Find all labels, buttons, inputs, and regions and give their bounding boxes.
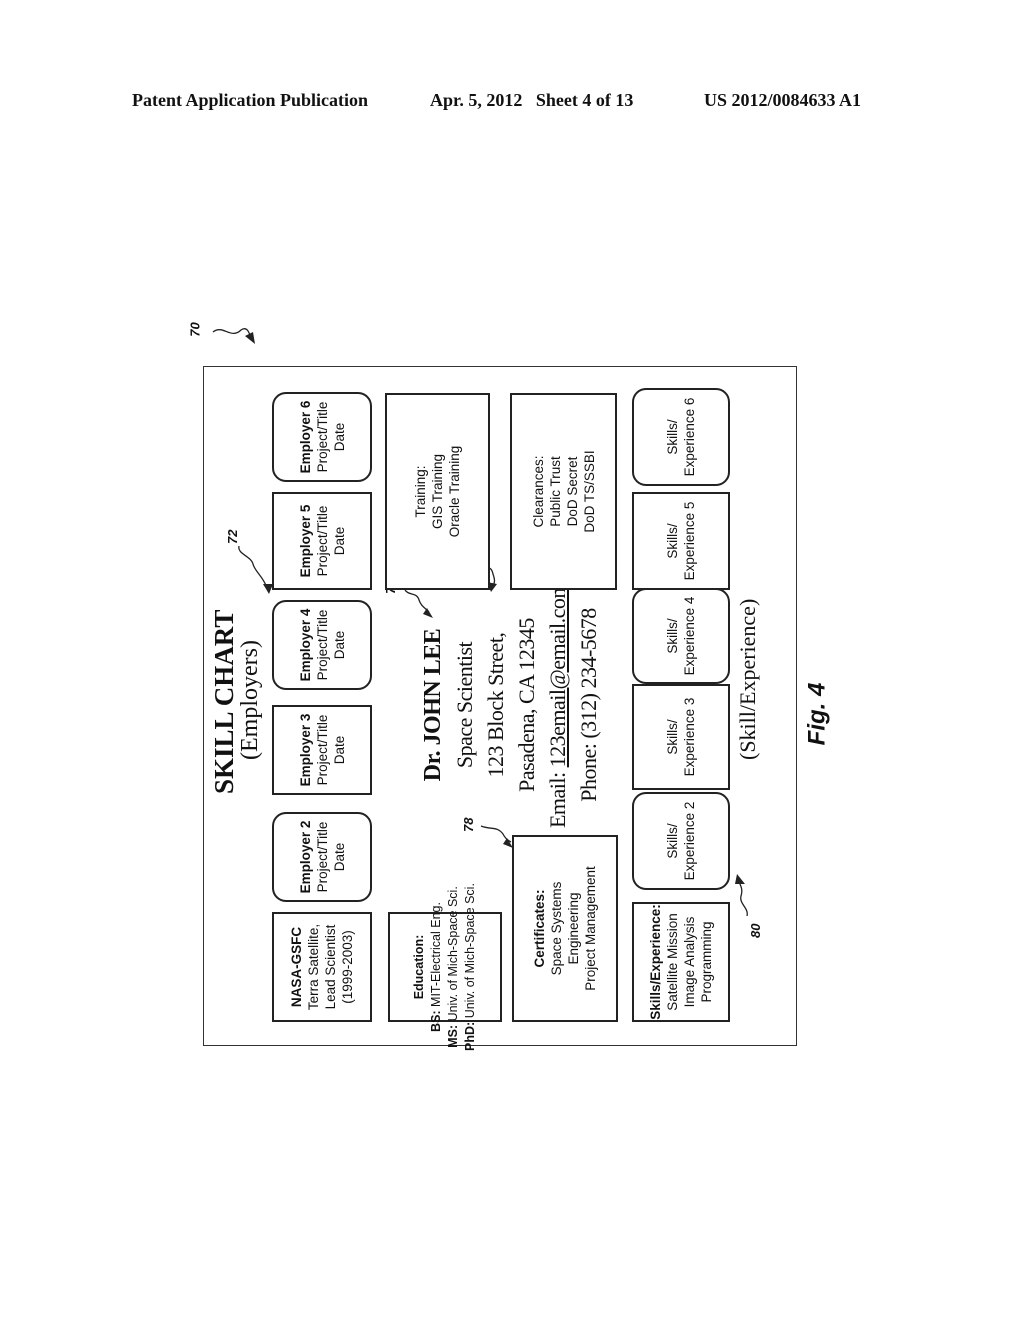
training-box: Training: GIS Training Oracle Training (385, 393, 490, 590)
employer-date: Date (331, 422, 347, 452)
email-label: Email: (545, 767, 570, 829)
employer-date: Date (331, 842, 347, 872)
employer-box-3: Employer 3 Project/Title Date (272, 705, 372, 795)
skills-box-4: Skills/ Experience 4 (632, 588, 730, 684)
skill-label: Experience 5 (682, 501, 697, 581)
employer-project: Project/Title (314, 401, 330, 473)
skill-label: Skills/ (665, 523, 680, 559)
clearances-box: Clearances: Public Trust DoD Secret DoD … (510, 393, 617, 590)
skill-label: Skills/ (665, 618, 680, 654)
clearances-heading: Clearances: (530, 455, 546, 528)
employer-name: Employer 4 (297, 608, 313, 682)
skills-heading: Skills/Experience: (648, 904, 663, 1020)
degree-label: MS: (446, 1024, 460, 1048)
publication-number: US 2012/0084633 A1 (704, 90, 862, 110)
education-box: Education: BS: MIT-Electrical Eng. MS: U… (388, 883, 502, 1051)
ref-chart-arrow (212, 328, 255, 344)
employer-date: Date (331, 630, 347, 660)
skill-label: Experience 6 (682, 397, 697, 477)
education-entry-phd: PhD: Univ. of Mich-Space Sci. (462, 883, 479, 1051)
skills-box-2: Skills/ Experience 2 (632, 792, 730, 890)
degree-detail: Univ. of Mich-Space Sci. (446, 886, 460, 1025)
employer-name: NASA-GSFC (289, 926, 304, 1008)
employer-date: Date (331, 735, 347, 765)
contact-title: Space Scientist (452, 641, 477, 769)
skills-box-5: Skills/ Experience 5 (632, 492, 730, 590)
certificate-item: Engineering (566, 892, 581, 965)
certificates-heading: Certificates: (532, 889, 547, 968)
employer-box-4: Employer 4 Project/Title Date (272, 600, 372, 690)
certificate-item: Project Management (583, 866, 598, 991)
skill-item: Image Analysis (682, 916, 697, 1008)
skills-box-1: Skills/Experience: Satellite Mission Ima… (632, 902, 730, 1022)
degree-label: BS: (429, 1010, 443, 1032)
certificates-box: Certificates: Space Systems Engineering … (512, 835, 618, 1022)
employer-project: Project/Title (314, 714, 330, 786)
contact-email: Email: 123email@email.com (542, 570, 573, 840)
contact-street: 123 Block Street, (483, 632, 508, 778)
employer-name: Employer 3 (297, 713, 313, 787)
skill-label: Skills/ (665, 719, 680, 755)
chart-title: SKILL CHART (209, 609, 239, 794)
education-entry-bs: BS: MIT-Electrical Eng. (428, 902, 445, 1032)
employer-role: Lead Scientist (323, 924, 338, 1010)
contact-city: Pasadena, CA 12345 (514, 618, 539, 792)
employer-date: Date (331, 526, 347, 556)
degree-detail: MIT-Electrical Eng. (429, 902, 443, 1011)
ref-chart-label: 70 (187, 322, 203, 337)
employer-name: Employer 2 (297, 820, 313, 894)
employer-project: Project/Title (314, 821, 330, 893)
skills-box-6: Skills/ Experience 6 (632, 388, 730, 486)
employer-name: Employer 5 (297, 504, 313, 578)
certificate-item: Space Systems (549, 881, 564, 976)
employer-name: Employer 6 (297, 400, 313, 474)
clearance-item: DoD Secret (564, 456, 580, 527)
employer-box-5: Employer 5 Project/Title Date (272, 492, 372, 590)
employer-project: Project/Title (314, 505, 330, 577)
training-item: Oracle Training (447, 445, 462, 538)
degree-detail: Univ. of Mich-Space Sci. (463, 883, 477, 1022)
skill-label: Skills/ (665, 419, 680, 455)
contact-phone: Phone: (312) 234-5678 (576, 608, 601, 802)
skills-box-3: Skills/ Experience 3 (632, 684, 730, 790)
clearance-item: DoD TS/SSBI (581, 450, 597, 533)
education-heading: Education: (412, 934, 426, 1000)
email-link[interactable]: 123email@email.com (545, 582, 570, 767)
skill-chart-figure: SKILL CHART (Employers) 72 NASA-GSFC Ter… (203, 366, 797, 1051)
skill-item: Programming (699, 921, 714, 1003)
training-heading: Training: (413, 465, 428, 518)
employer-project: Project/Title (314, 609, 330, 681)
skill-label: Experience 3 (682, 697, 697, 777)
publication-date-sheet: Apr. 5, 2012 Sheet 4 of 13 (430, 90, 634, 110)
skill-label: Experience 4 (682, 596, 697, 676)
skills-heading-label: (Skill/Experience) (735, 598, 760, 760)
skill-label: Experience 2 (682, 801, 697, 881)
employer-box-6: Employer 6 Project/Title Date (272, 392, 372, 482)
employer-project: Terra Satellite, (306, 923, 321, 1011)
ref-contact-arrow (404, 589, 433, 618)
ref-employers-arrow (238, 545, 273, 594)
employer-box-nasa-gsfc: NASA-GSFC Terra Satellite, Lead Scientis… (272, 912, 372, 1022)
ref-skills-arrow (735, 874, 748, 917)
degree-label: PhD: (463, 1021, 477, 1051)
employer-dates: (1999-2003) (340, 930, 355, 1004)
education-entry-ms: MS: Univ. of Mich-Space Sci. (445, 886, 462, 1048)
publication-type: Patent Application Publication (132, 90, 369, 110)
employer-box-2: Employer 2 Project/Title Date (272, 812, 372, 902)
clearance-item: Public Trust (547, 456, 563, 527)
employers-heading: (Employers) (237, 640, 263, 760)
ref-skills-label: 80 (748, 923, 763, 938)
training-item: GIS Training (430, 453, 445, 530)
figure-label: Fig. 4 (803, 682, 831, 746)
skill-item: Satellite Mission (665, 913, 680, 1011)
contact-card: Dr. JOHN LEE Space Scientist 123 Block S… (418, 570, 604, 840)
skill-label: Skills/ (665, 823, 680, 859)
